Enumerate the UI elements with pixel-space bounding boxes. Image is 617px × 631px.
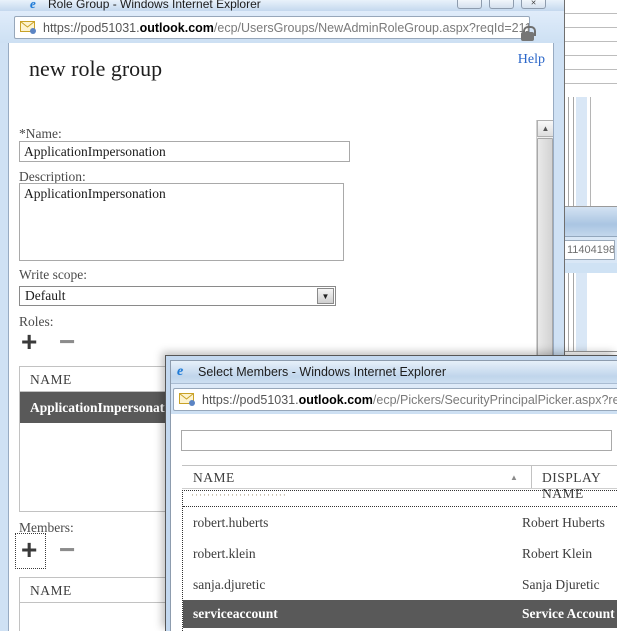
remove-role-button[interactable]: −	[59, 329, 75, 355]
background-dialog-urlbar: 11404198	[565, 237, 617, 263]
description-input[interactable]: ApplicationImpersonation	[19, 183, 344, 261]
remove-member-button[interactable]: −	[59, 537, 75, 563]
address-input[interactable]: https://pod51031.outlook.com/ecp/Pickers…	[173, 388, 617, 411]
background-dialog-strip	[565, 263, 617, 273]
column-divider[interactable]	[531, 466, 532, 488]
page-mail-icon	[20, 21, 37, 34]
background-panel	[565, 97, 617, 207]
sort-ascending-icon[interactable]: ▲	[510, 473, 518, 482]
address-input[interactable]: https://pod51031.outlook.com/ecp/UsersGr…	[14, 16, 530, 39]
lock-icon	[521, 26, 534, 41]
search-input[interactable]	[181, 430, 612, 451]
window-title: Role Group - Windows Internet Explorer	[48, 0, 261, 11]
list-item[interactable]: robert.huberts Robert Huberts	[183, 507, 617, 538]
page-title: new role group	[29, 56, 162, 82]
add-role-button[interactable]: +	[21, 329, 37, 355]
name-input[interactable]	[19, 141, 350, 162]
url-text: https://pod51031.outlook.com/ecp/UsersGr…	[43, 21, 529, 35]
ie-icon: e	[30, 0, 36, 11]
members-picker-rows: ························ robert.huberts …	[182, 490, 617, 631]
window-title: Select Members - Windows Internet Explor…	[198, 365, 446, 379]
name-label: *Name:	[19, 126, 62, 142]
close-button[interactable]: ✕	[521, 0, 546, 9]
write-scope-value: Default	[25, 288, 65, 303]
add-member-button[interactable]: +	[21, 537, 37, 563]
maximize-button[interactable]	[489, 0, 514, 9]
background-panel-lower	[565, 273, 617, 352]
scroll-up-icon[interactable]: ▲	[537, 120, 554, 137]
background-list-rows	[565, 0, 617, 97]
background-dialog-titlebar	[565, 207, 617, 237]
select-members-window: e Select Members - Windows Internet Expl…	[165, 355, 617, 631]
list-item[interactable]: sanja.djuretic Sanja Djuretic	[183, 569, 617, 600]
help-link[interactable]: Help	[518, 52, 545, 68]
column-header-name[interactable]: NAME	[193, 470, 235, 486]
url-text: https://pod51031.outlook.com/ecp/Pickers…	[202, 393, 617, 407]
select-members-content: NAME ▲ DISPLAY NAME ····················…	[171, 414, 617, 631]
ie-icon: e	[177, 364, 183, 380]
clipped-row[interactable]: ························	[183, 491, 617, 507]
select-members-client: e Select Members - Windows Internet Expl…	[170, 360, 617, 631]
minimize-button[interactable]	[457, 0, 482, 9]
members-picker-table-header: NAME ▲ DISPLAY NAME	[182, 465, 617, 489]
background-url-fragment: 11404198	[565, 240, 615, 260]
write-scope-label: Write scope:	[19, 267, 87, 283]
select-members-addressbar: https://pod51031.outlook.com/ecp/Pickers…	[171, 384, 617, 414]
role-group-addressbar: https://pod51031.outlook.com/ecp/UsersGr…	[0, 11, 564, 43]
list-item-selected[interactable]: serviceaccount Service Account	[183, 600, 617, 628]
dropdown-arrow-icon[interactable]: ▼	[317, 288, 334, 304]
select-members-titlebar[interactable]: e Select Members - Windows Internet Expl…	[171, 361, 617, 384]
write-scope-select[interactable]: Default ▼	[19, 286, 336, 306]
page-mail-icon	[179, 393, 196, 406]
list-item[interactable]: robert.klein Robert Klein	[183, 538, 617, 569]
